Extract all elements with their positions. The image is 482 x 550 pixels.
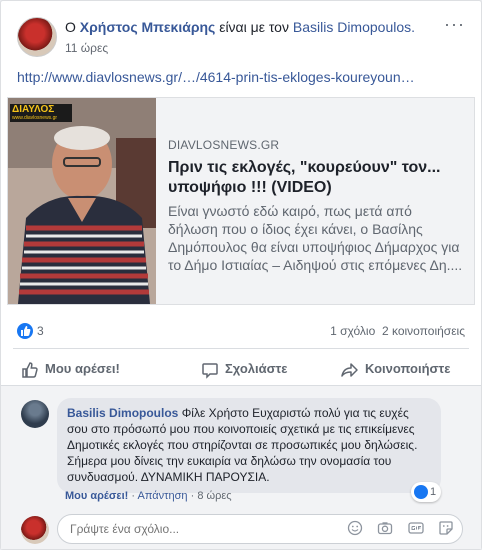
more-dots-icon[interactable]: ··· (444, 15, 465, 33)
share-count[interactable]: 2 κοινοποιήσεις (382, 324, 465, 338)
comment-count[interactable]: 1 σχόλιο (330, 324, 375, 338)
post-card: Ο Χρήστος Μπεκιάρης είναι με τον Basilis… (0, 0, 482, 550)
comment-composer[interactable] (57, 514, 463, 544)
with-text: είναι με τον (219, 19, 289, 35)
preview-domain: DIAVLOSNEWS.GR (168, 138, 280, 152)
post-header: Ο Χρήστος Μπεκιάρης είναι με τον Basilis… (17, 15, 469, 59)
preview-photo (8, 98, 156, 304)
share-icon (341, 362, 358, 377)
author-avatar[interactable] (17, 17, 57, 57)
tagged-user-link[interactable]: Basilis Dimopoulos. (293, 19, 415, 35)
gif-icon[interactable] (407, 520, 424, 541)
post-actions: Μου αρέσει! Σχολιάστε Κοινοποιήστε (13, 353, 469, 385)
like-button-label: Μου αρέσει! (45, 361, 120, 376)
like-count[interactable]: 3 (37, 324, 44, 338)
post-timestamp[interactable]: 11 ώρες (65, 41, 108, 55)
preview-title[interactable]: Πριν τις εκλογές, "κουρεύουν" τον... υπο… (168, 158, 464, 198)
comment-icon (202, 362, 218, 379)
preview-thumbnail[interactable]: ΔΙΑΥΛΟΣ www.diavlosnews.gr (8, 98, 156, 304)
site-logo-sub: www.diavlosnews.gr (12, 115, 58, 121)
comments-section: Basilis Dimopoulos Φίλε Χρήστο Ευχαριστώ… (1, 385, 481, 549)
share-button[interactable]: Κοινοποιήστε (341, 353, 450, 385)
like-reaction-icon (414, 485, 428, 500)
meta-separator: · (190, 490, 195, 502)
divider (13, 348, 469, 349)
comment-share-stats: 1 σχόλιο 2 κοινοποιήσεις (330, 324, 465, 338)
comment-reaction-count: 1 (430, 486, 437, 498)
camera-icon[interactable] (377, 520, 393, 541)
commenter-avatar[interactable] (21, 400, 49, 428)
thumbs-up-icon (22, 361, 38, 378)
comment-like-link[interactable]: Μου αρέσει! (65, 490, 128, 502)
author-name-link[interactable]: Χρήστος Μπεκιάρης (80, 19, 216, 35)
meta-separator: · (131, 490, 136, 502)
site-logo: ΔΙΑΥΛΟΣ www.diavlosnews.gr (10, 104, 72, 122)
current-user-avatar[interactable] (21, 516, 49, 544)
comment-input[interactable] (68, 521, 362, 537)
post-headline: Ο Χρήστος Μπεκιάρης είναι με τον Basilis… (65, 19, 415, 35)
site-logo-text: ΔΙΑΥΛΟΣ (12, 104, 55, 115)
link-preview[interactable]: ΔΙΑΥΛΟΣ www.diavlosnews.gr DIAVLOSNEWS.G… (7, 97, 475, 305)
comment-author-link[interactable]: Basilis Dimopoulos (67, 406, 178, 420)
composer-icons (337, 520, 454, 541)
preview-text: DIAVLOSNEWS.GR Πριν τις εκλογές, "κουρεύ… (168, 138, 464, 274)
comment-meta: Μου αρέσει! · Απάντηση · 8 ώρες (65, 490, 232, 502)
comment-timestamp[interactable]: 8 ώρες (197, 490, 231, 502)
post-link[interactable]: http://www.diavlosnews.gr/…/4614-prin-ti… (17, 69, 415, 85)
sticker-icon[interactable] (438, 520, 454, 541)
reaction-stats: 3 1 σχόλιο 2 κοινοποιήσεις (17, 321, 465, 341)
share-button-label: Κοινοποιήστε (365, 361, 451, 376)
preview-description: Είναι γνωστό εδώ καιρό, πως μετά από δήλ… (168, 203, 463, 273)
comment-reply-link[interactable]: Απάντηση (138, 490, 188, 502)
comment-button[interactable]: Σχολιάστε (201, 353, 287, 385)
comment-reaction[interactable]: 1 (411, 482, 442, 502)
like-button[interactable]: Μου αρέσει! (21, 353, 120, 385)
comment-button-label: Σχολιάστε (225, 361, 288, 376)
headline-prefix: Ο (65, 19, 76, 35)
like-reaction-icon[interactable] (17, 323, 33, 339)
comment-bubble: Basilis Dimopoulos Φίλε Χρήστο Ευχαριστώ… (57, 398, 441, 493)
emoji-icon[interactable] (347, 520, 363, 541)
